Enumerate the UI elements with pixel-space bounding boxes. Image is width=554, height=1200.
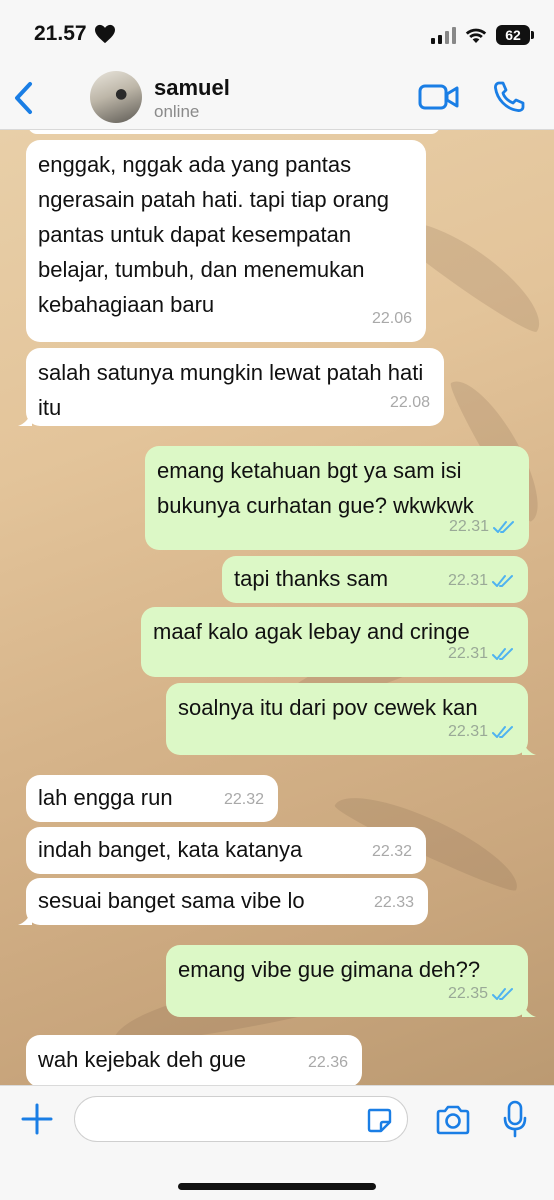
double-check-icon [492,647,513,660]
contact-status: online [154,102,200,121]
double-check-icon [492,574,513,587]
message-bubble-incoming[interactable]: indah banget, kata katanya 22.32 [26,827,426,874]
message-bubble-outgoing[interactable]: emang vibe gue gimana deh?? 22.35 [166,945,536,1017]
battery-icon: 62 [496,25,534,45]
double-check-icon [492,987,513,1000]
video-call-icon[interactable] [418,82,460,112]
wifi-icon [465,28,487,43]
bubble-tail [18,911,32,925]
home-indicator [178,1183,376,1190]
microphone-icon[interactable] [503,1100,527,1138]
message-bubble-outgoing[interactable]: tapi thanks sam 22.31 [222,556,528,603]
composer-bar [0,1085,554,1200]
message-time: 22.31 [448,564,514,597]
message-time: 22.32 [223,791,264,808]
bubble-tail [522,741,536,755]
double-check-icon [493,520,514,533]
avatar[interactable] [90,71,142,123]
message-time: 22.31 [448,636,514,671]
heart-icon [95,24,115,44]
message-time: 22.08 [389,394,430,411]
chat-header: 21.57 62 samuel online [0,0,554,130]
message-time: 22.33 [373,894,414,911]
message-text: enggak, nggak ada yang pantas ngerasain … [38,152,390,317]
status-time: 21.57 [34,22,87,45]
message-text: salah satunya mungkin lewat patah hati i… [38,360,424,420]
message-bubble-incoming[interactable]: lah engga run 22.32 [26,775,278,822]
message-time: 22.31 [449,509,515,544]
message-text: indah banget, kata katanya [38,837,303,862]
message-time: 22.32 [371,843,412,860]
message-time: 22.31 [448,714,514,749]
signal-icon [431,26,456,44]
message-time: 22.06 [371,310,412,327]
message-input[interactable] [74,1096,408,1142]
camera-icon[interactable] [434,1104,472,1136]
contact-name[interactable]: samuel [154,75,230,101]
message-bubble-outgoing[interactable]: emang ketahuan bgt ya sam isi bukunya cu… [145,446,529,550]
message-bubble-incoming[interactable]: sesuai banget sama vibe lo 22.33 [18,878,428,925]
message-bubble-incoming[interactable]: enggak, nggak ada yang pantas ngerasain … [26,140,426,342]
message-text: wah kejebak deh gue [38,1047,246,1072]
sticker-icon[interactable] [366,1107,392,1133]
phone-icon[interactable] [492,80,526,114]
message-bubble-incoming[interactable]: salah satunya mungkin lewat patah hati i… [18,348,444,426]
message-time: 22.35 [448,976,514,1011]
double-check-icon [492,725,513,738]
back-chevron-icon[interactable] [10,78,38,118]
message-list[interactable]: enggak, nggak ada yang pantas ngerasain … [0,130,554,1085]
message-time: 22.36 [307,1054,348,1071]
message-bubble-partial [28,130,440,134]
message-text: sesuai banget sama vibe lo [38,888,305,913]
message-bubble-incoming[interactable]: wah kejebak deh gue 22.36 [26,1035,362,1085]
status-icons: 62 [431,24,534,46]
plus-icon[interactable] [20,1102,54,1136]
message-bubble-outgoing[interactable]: maaf kalo agak lebay and cringe 22.31 [141,607,528,677]
message-bubble-outgoing[interactable]: soalnya itu dari pov cewek kan 22.31 [166,683,536,755]
bubble-tail [18,412,32,426]
bubble-tail [522,1003,536,1017]
